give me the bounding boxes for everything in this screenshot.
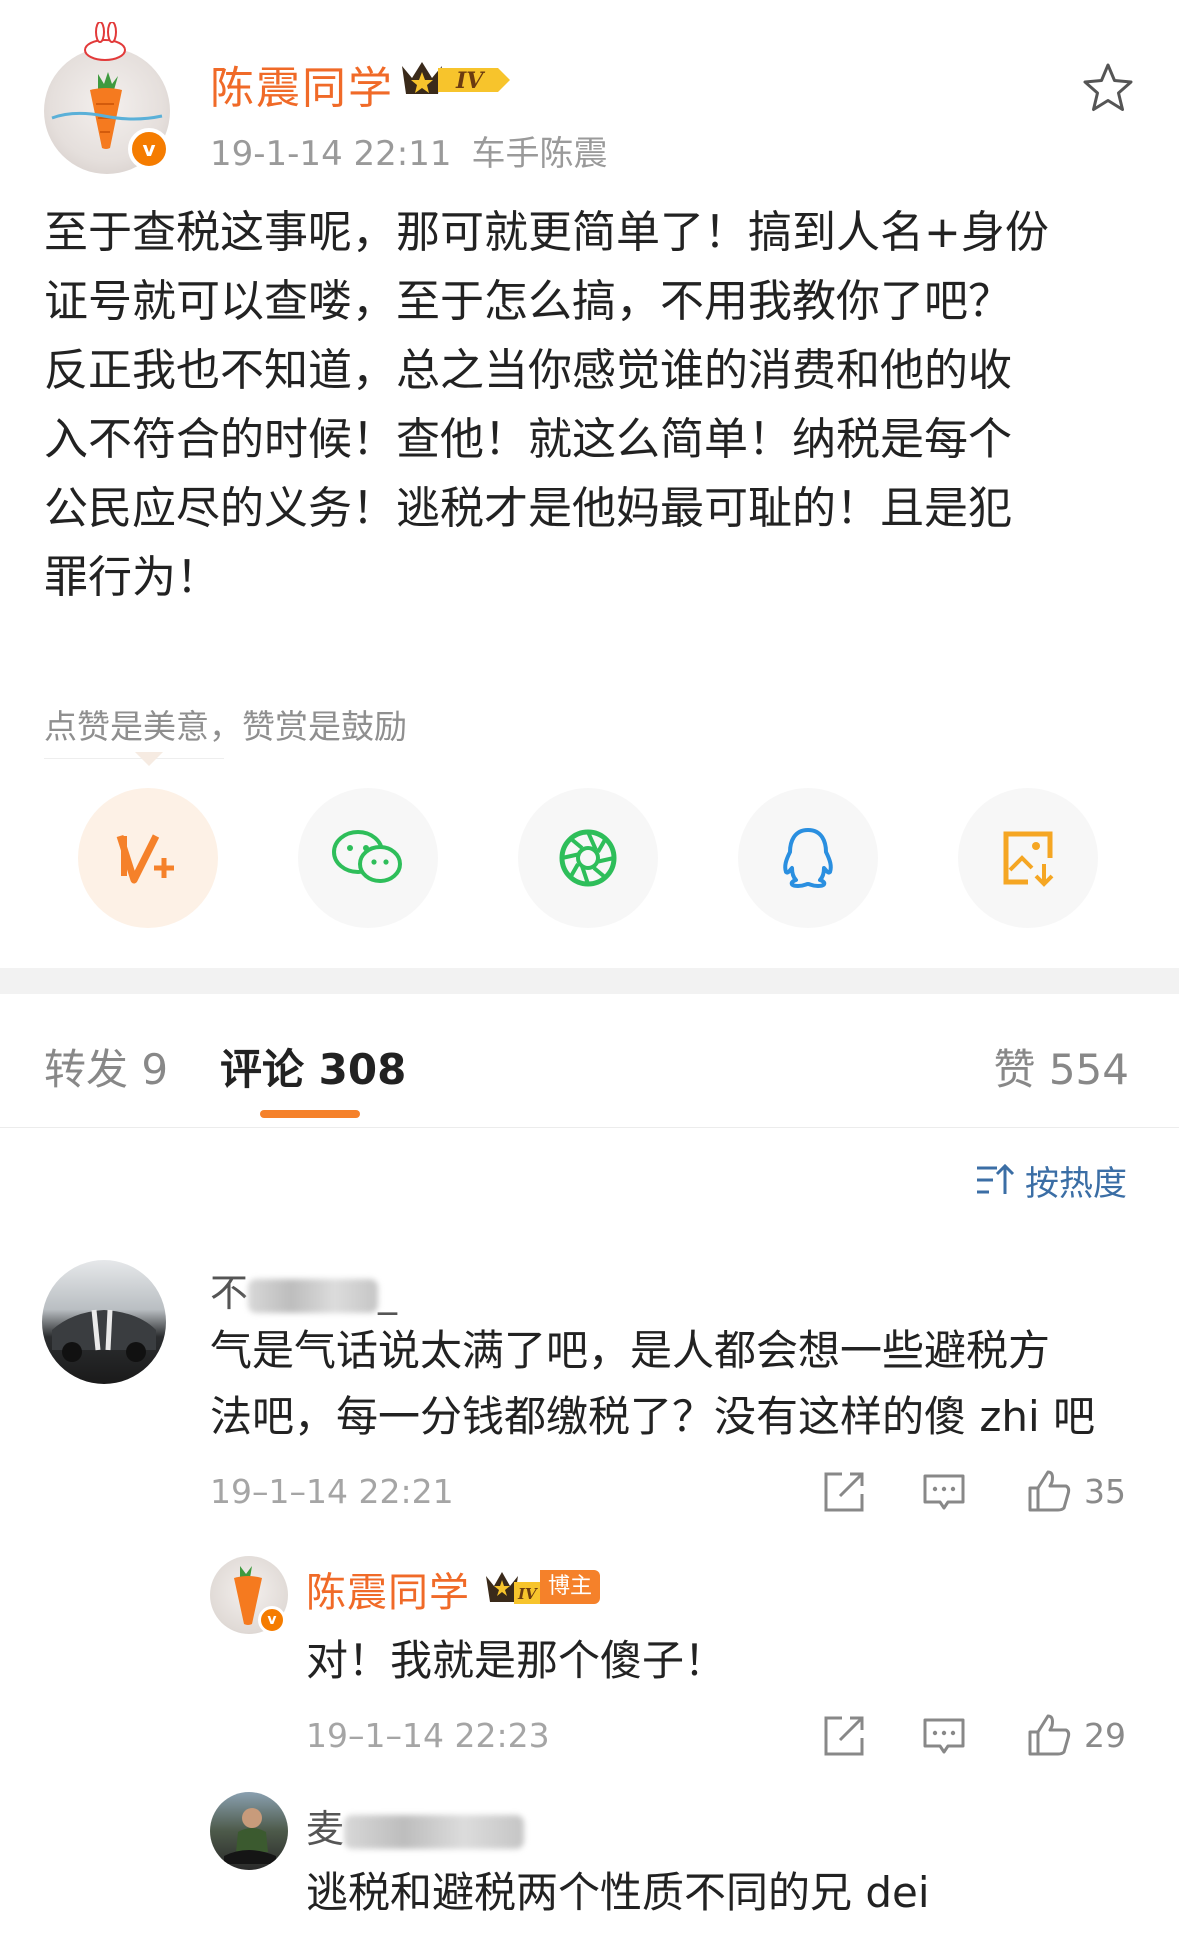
reward-tip-text: 点赞是美意，赞赏是鼓励 — [44, 707, 407, 746]
share-moments-button[interactable] — [518, 788, 658, 928]
crown-level-badge[interactable]: IV — [398, 56, 514, 100]
reply-icon[interactable] — [922, 1470, 966, 1514]
car-photo-image — [52, 1309, 156, 1362]
save-image-icon — [1003, 831, 1054, 887]
sort-by-hot-button[interactable]: 按热度 — [975, 1155, 1127, 1205]
post-source: 车手陈震 — [471, 134, 608, 174]
reply-text: 对！我就是那个傻子！ — [306, 1636, 727, 1685]
comment-author-visible: 不 — [210, 1271, 249, 1315]
like-count: 35 — [1084, 1472, 1126, 1511]
share-icon[interactable] — [822, 1714, 866, 1758]
tab-bar: 转发 9 评论 308 赞 554 — [0, 1000, 1179, 1120]
qq-icon — [783, 828, 833, 888]
reply-avatar[interactable] — [210, 1792, 288, 1870]
save-image-button[interactable] — [958, 788, 1098, 928]
like-count: 29 — [1084, 1716, 1126, 1755]
share-icon[interactable] — [822, 1470, 866, 1514]
share-row — [0, 788, 1179, 928]
blurred-name — [344, 1814, 525, 1849]
sort-label: 按热度 — [1025, 1163, 1127, 1204]
tab-repost[interactable]: 转发 9 — [44, 1036, 168, 1097]
person-photo-image — [224, 1808, 276, 1864]
sort-icon — [977, 1163, 1015, 1194]
host-badge: IV 博主 — [484, 1568, 601, 1606]
blurred-name — [248, 1278, 379, 1313]
host-tag: 博主 — [540, 1570, 601, 1604]
crown-level-icon: IV — [486, 1572, 540, 1604]
reward-button[interactable] — [78, 788, 218, 928]
favorite-star-icon[interactable] — [1080, 60, 1136, 116]
level-text: IV — [455, 68, 485, 94]
post-author-name[interactable]: 陈震同学 — [210, 52, 394, 116]
like-thumb-icon[interactable] — [1026, 1468, 1071, 1512]
avatar-caption-text — [51, 111, 163, 121]
post-time: 19-1-14 22:11 — [210, 134, 452, 174]
rabbit-ornament-icon — [70, 21, 140, 62]
tab-comment[interactable]: 评论 308 — [220, 1036, 406, 1097]
comment-author-name[interactable]: 不 _ — [210, 1262, 397, 1317]
post-meta: 19-1-14 22:11 车手陈震 — [210, 126, 608, 175]
reply-icon[interactable] — [922, 1714, 966, 1758]
section-separator — [0, 968, 1179, 994]
reply-text: 逃税和避税两个性质不同的兄 dei — [306, 1868, 930, 1917]
share-qq-button[interactable] — [738, 788, 878, 928]
reply-author-name[interactable]: 陈震同学 — [306, 1560, 470, 1618]
comment-avatar[interactable] — [42, 1260, 166, 1384]
verified-badge-icon: v — [128, 128, 170, 170]
v-plus-icon — [116, 834, 174, 884]
tip-divider — [44, 758, 224, 759]
post-body-text: 至于查税这事呢，那可就更简单了！搞到人名+身份 证号就可以查喽，至于怎么搞，不用… — [44, 207, 1049, 603]
level-text: IV — [517, 1585, 538, 1603]
reply-time: 19–1–14 22:23 — [306, 1716, 550, 1755]
reply-author-name[interactable]: 麦 — [306, 1798, 525, 1853]
verified-badge-icon: v — [258, 1606, 286, 1634]
like-thumb-icon[interactable] — [1026, 1712, 1071, 1756]
tab-like[interactable]: 赞 554 — [993, 1036, 1129, 1097]
tip-pointer — [135, 752, 163, 766]
comment-author-tail: _ — [378, 1271, 398, 1315]
moments-icon — [559, 829, 617, 887]
tab-divider — [0, 1127, 1179, 1128]
active-tab-indicator — [260, 1110, 360, 1118]
comment-text: 气是气话说太满了吧，是人都会想一些避税方 法吧，每一分钱都缴税了？没有这样的傻 … — [210, 1326, 1096, 1441]
comment-time: 19–1–14 22:21 — [210, 1472, 454, 1511]
wechat-icon — [332, 830, 402, 883]
reply-author-visible: 麦 — [306, 1807, 345, 1851]
share-wechat-button[interactable] — [298, 788, 438, 928]
